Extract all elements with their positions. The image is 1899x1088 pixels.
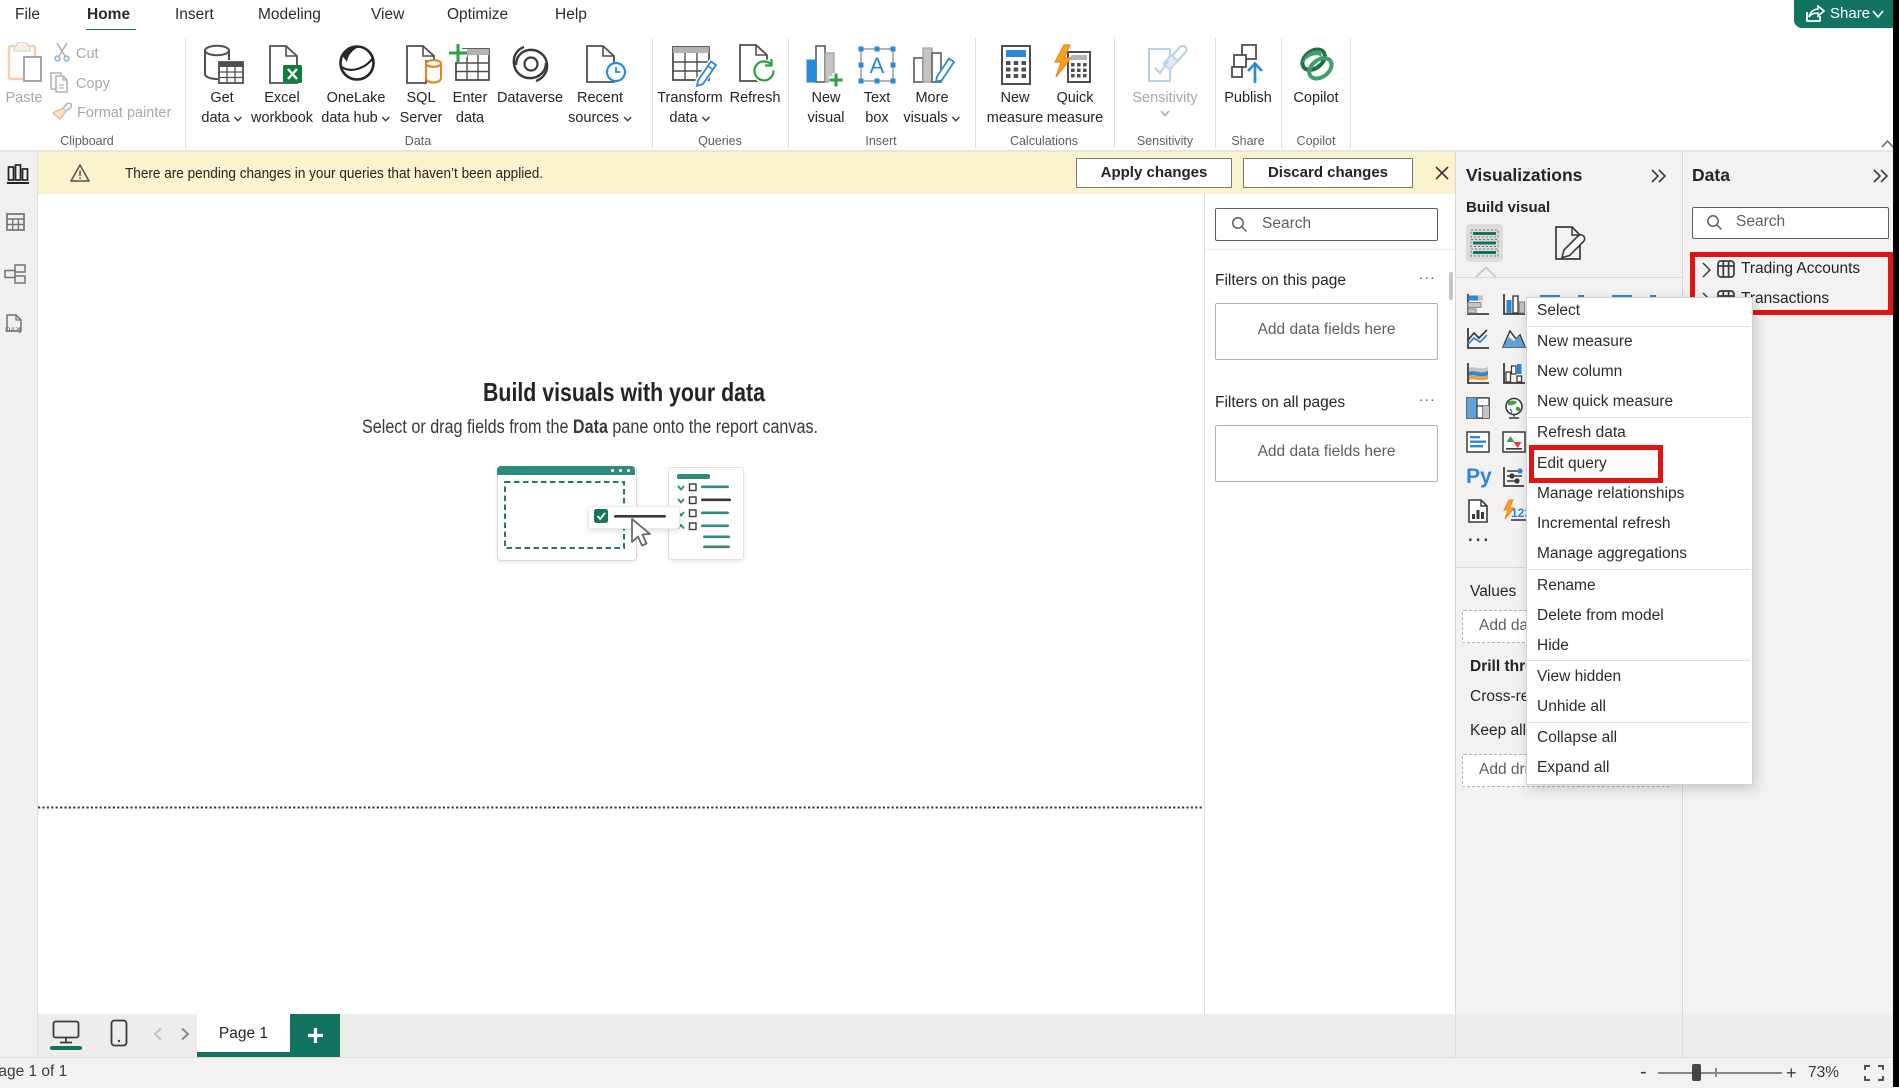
svg-text:A: A xyxy=(870,53,885,78)
svg-text:Py: Py xyxy=(1466,465,1492,488)
svg-text:DAX: DAX xyxy=(5,325,20,334)
